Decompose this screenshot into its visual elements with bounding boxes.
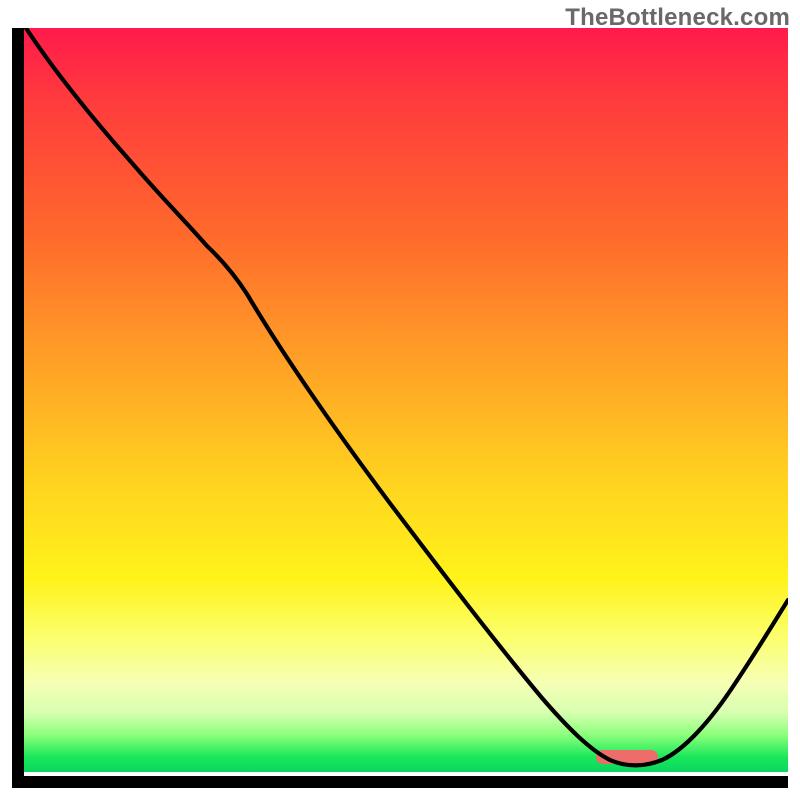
bottleneck-curve	[12, 28, 788, 788]
chart-frame: TheBottleneck.com	[0, 0, 800, 800]
plot-area	[12, 28, 788, 788]
curve-path	[26, 28, 788, 765]
